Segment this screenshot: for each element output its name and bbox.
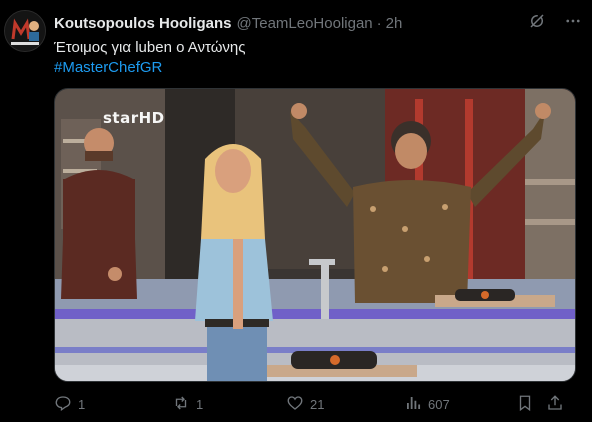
retweet-count: 1 bbox=[196, 396, 204, 412]
reply-count: 1 bbox=[78, 396, 86, 412]
more-icon[interactable] bbox=[564, 12, 582, 35]
media-image bbox=[55, 89, 575, 381]
bookmark-button[interactable] bbox=[516, 394, 546, 415]
tweet-header: Koutsopoulos Hooligans @TeamLeoHooligan … bbox=[54, 12, 402, 34]
share-icon bbox=[546, 394, 564, 415]
separator-dot: · bbox=[376, 14, 382, 32]
avatar[interactable] bbox=[4, 10, 46, 52]
hashtag-link[interactable]: #MasterChefGR bbox=[54, 58, 245, 78]
like-count: 21 bbox=[310, 396, 325, 412]
views-count: 607 bbox=[428, 396, 450, 412]
grok-icon[interactable] bbox=[528, 12, 546, 35]
tweet-media[interactable]: starHD bbox=[54, 88, 576, 382]
avatar-logo bbox=[5, 11, 45, 51]
like-button[interactable]: 21 bbox=[286, 394, 404, 415]
tweet-top-icons bbox=[528, 12, 582, 35]
channel-watermark: starHD bbox=[103, 109, 165, 127]
views-icon bbox=[404, 394, 422, 415]
share-button[interactable] bbox=[546, 394, 570, 415]
timestamp[interactable]: 2h bbox=[386, 15, 403, 32]
retweet-button[interactable]: 1 bbox=[172, 394, 286, 415]
tweet-body: Έτοιμος για luben ο Αντώνης bbox=[54, 39, 246, 56]
views-button[interactable]: 607 bbox=[404, 394, 516, 415]
retweet-icon bbox=[172, 394, 190, 415]
like-icon bbox=[286, 394, 304, 415]
display-name[interactable]: Koutsopoulos Hooligans bbox=[54, 15, 232, 32]
handle[interactable]: @TeamLeoHooligan bbox=[237, 15, 373, 32]
reply-button[interactable]: 1 bbox=[54, 394, 172, 415]
reply-icon bbox=[54, 394, 72, 415]
tweet-card[interactable]: Koutsopoulos Hooligans @TeamLeoHooligan … bbox=[0, 0, 592, 422]
action-bar: 1 1 21 607 bbox=[54, 394, 574, 414]
bookmark-icon bbox=[516, 394, 534, 415]
tweet-text: Έτοιμος για luben ο Αντώνης #MasterChefG… bbox=[54, 38, 245, 78]
